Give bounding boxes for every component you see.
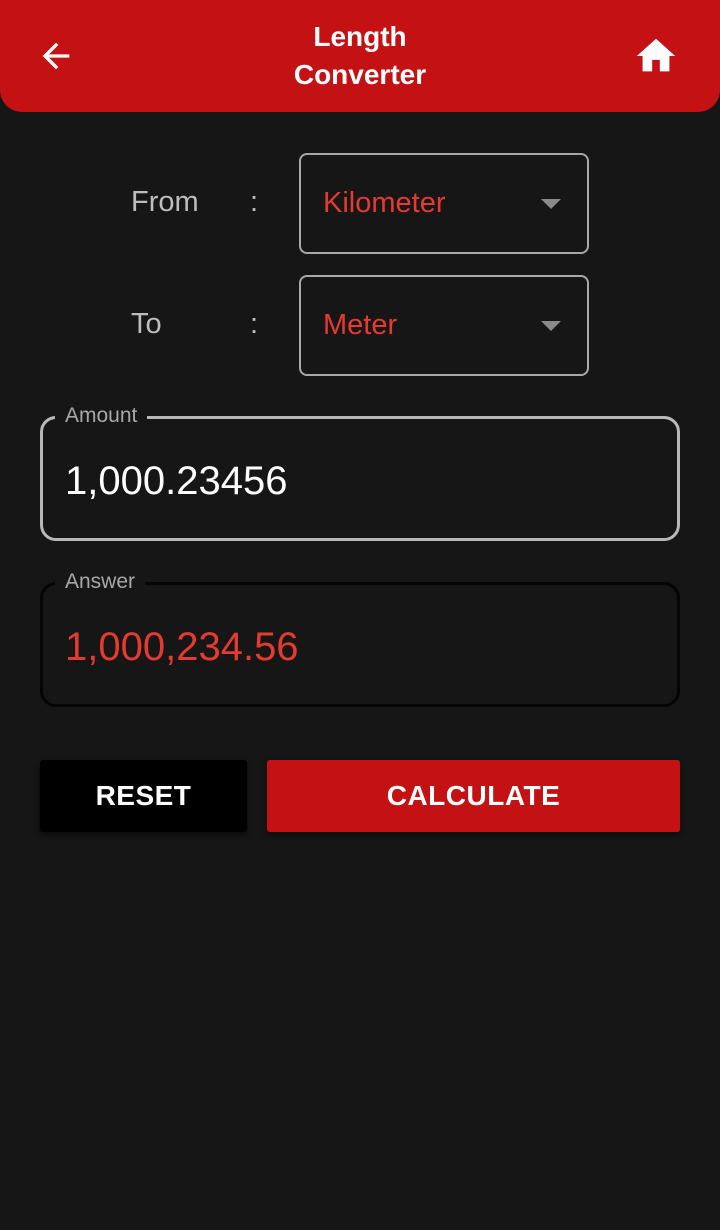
answer-value: 1,000,234.56 — [65, 625, 299, 669]
amount-value[interactable]: 1,000.23456 — [65, 453, 287, 509]
page-title-line-2: Converter — [293, 59, 427, 90]
arrow-left-icon — [42, 42, 70, 70]
from-unit-value: Kilometer — [323, 187, 446, 219]
answer-label: Answer — [55, 569, 146, 595]
answer-field: Answer 1,000,234.56 — [40, 569, 680, 707]
from-label: From — [131, 186, 199, 218]
reset-button[interactable]: RESET — [40, 760, 247, 832]
to-label: To — [131, 308, 162, 340]
to-colon: : — [250, 308, 259, 340]
dropdown-arrow-icon — [541, 199, 561, 209]
dropdown-arrow-icon — [541, 321, 561, 331]
from-unit-dropdown[interactable]: Kilometer — [299, 153, 589, 254]
amount-input[interactable]: Amount 1,000.23456 — [40, 403, 680, 541]
app-screen: Length Converter From : Kilometer To : M… — [0, 0, 720, 1230]
home-button[interactable] — [626, 28, 686, 84]
app-bar: Length Converter — [0, 0, 720, 112]
to-unit-value: Meter — [323, 309, 398, 341]
page-title-line-1: Length — [313, 21, 407, 52]
from-colon: : — [250, 186, 259, 218]
home-icon — [636, 38, 676, 72]
amount-label: Amount — [55, 403, 148, 429]
back-button[interactable] — [28, 28, 84, 84]
calculate-button[interactable]: CALCULATE — [267, 760, 680, 832]
to-unit-dropdown[interactable]: Meter — [299, 275, 589, 376]
page-title: Length Converter — [200, 18, 520, 94]
